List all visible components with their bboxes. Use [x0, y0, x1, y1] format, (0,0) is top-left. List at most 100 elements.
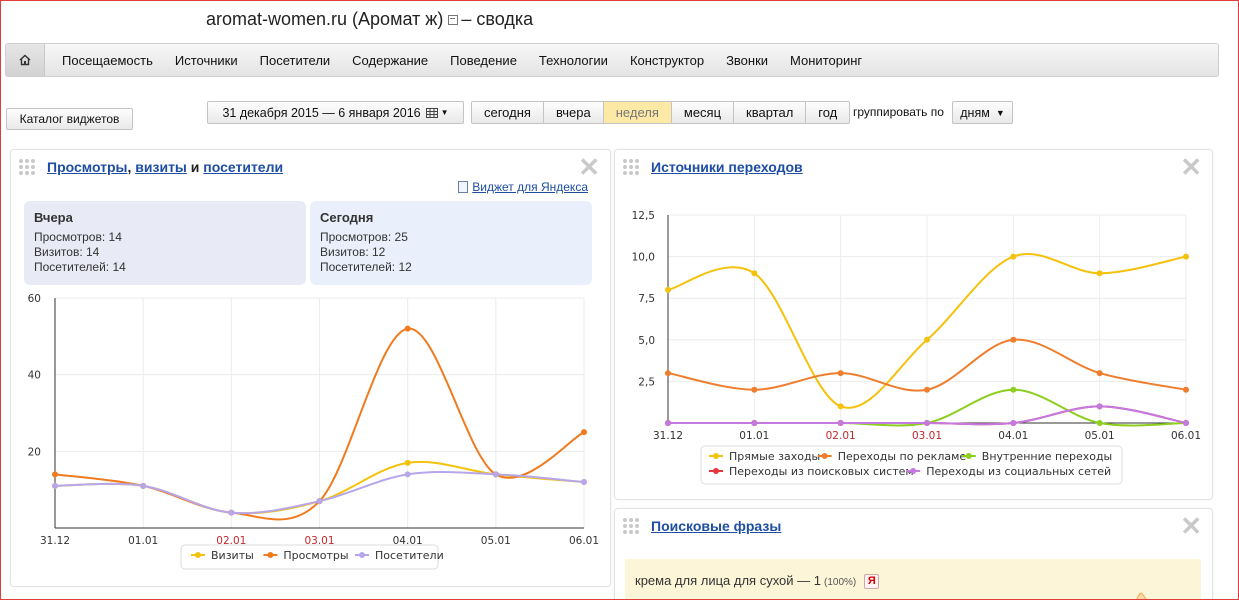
calendar-icon [425, 107, 438, 118]
legend-swatch-dot [713, 468, 719, 474]
data-point [924, 420, 930, 426]
data-point [1010, 420, 1017, 426]
date-range-label: 31 декабря 2015 — 6 января 2016 [222, 105, 421, 120]
data-point [1183, 253, 1189, 260]
data-point [751, 270, 758, 277]
y-tick-label: 7,5 [638, 293, 655, 305]
nav-item-constructor[interactable]: Конструктор [619, 53, 715, 68]
data-point [404, 471, 411, 478]
period-today[interactable]: сегодня [472, 102, 544, 123]
sources-widget: Источники переходов ✕ 2,5 5,0 7,5 10,0 12,5 3… [614, 149, 1213, 500]
chart-legend: Визиты Просмотры Посетители [180, 544, 444, 570]
legend-label: Переходы по рекламе [838, 450, 967, 463]
home-button[interactable] [6, 44, 45, 76]
link-search-phrases[interactable]: Поисковые фразы [651, 518, 781, 534]
legend-swatch-dot [359, 552, 365, 558]
phrase-sparkline [1135, 592, 1148, 600]
phrase-percent: (100%) [824, 577, 857, 588]
drag-handle-icon[interactable] [623, 518, 641, 534]
data-point [924, 386, 930, 393]
data-point [665, 286, 671, 293]
date-range-picker[interactable]: 31 декабря 2015 — 6 января 2016 ▼ [207, 101, 464, 124]
data-point [1010, 386, 1017, 393]
page-title: aromat-women.ru (Аромат ж) – сводка [206, 9, 533, 30]
data-point [924, 336, 930, 343]
legend-label: Прямые заходы [729, 450, 820, 463]
data-point [837, 420, 844, 426]
x-tick-label: 31.12 [40, 535, 70, 547]
phrase-item[interactable]: крема для лица для сухой — 1 (100%) Я [635, 573, 880, 590]
legend-label: Просмотры [283, 549, 348, 562]
data-point [52, 471, 58, 478]
data-point [1183, 420, 1189, 426]
nav-item-calls[interactable]: Звонки [715, 53, 779, 68]
legend-label: Визиты [211, 549, 254, 562]
group-by-value: дням [960, 105, 990, 120]
data-point [665, 370, 671, 377]
data-point [404, 459, 411, 466]
period-month[interactable]: месяц [671, 102, 735, 123]
data-point [316, 498, 323, 505]
period-yesterday[interactable]: вчера [543, 102, 604, 123]
data-point [665, 420, 671, 426]
x-tick-label: 05.01 [1085, 430, 1115, 442]
legend-label: Внутренние переходы [982, 450, 1112, 463]
group-by-label: группировать по [853, 105, 944, 119]
phrase-row: крема для лица для сухой — 1 (100%) Я [625, 559, 1201, 600]
data-point [1010, 253, 1017, 260]
y-tick-label: 60 [28, 293, 41, 305]
y-tick-label: 2,5 [638, 376, 655, 388]
x-tick-label: 04.01 [998, 430, 1028, 442]
legend-swatch-dot [713, 453, 719, 459]
y-tick-label: 5,0 [638, 335, 655, 347]
data-point [1096, 403, 1103, 410]
data-point [751, 420, 758, 426]
data-point [492, 471, 499, 478]
home-icon [19, 54, 31, 66]
x-tick-label: 01.01 [128, 535, 158, 547]
period-quarter[interactable]: квартал [734, 102, 807, 123]
data-point [1010, 336, 1017, 343]
y-tick-label: 10,0 [632, 252, 655, 264]
nav-item-sources[interactable]: Источники [164, 53, 249, 68]
x-tick-label: 05.01 [481, 535, 511, 547]
group-by-select[interactable]: дням ▼ [952, 101, 1013, 124]
data-point [751, 386, 758, 393]
nav-item-behavior[interactable]: Поведение [439, 53, 528, 68]
nav-item-attendance[interactable]: Посещаемость [51, 53, 164, 68]
close-icon[interactable]: ✕ [1180, 513, 1202, 539]
data-point [140, 482, 147, 489]
nav-item-visitors[interactable]: Посетители [249, 53, 342, 68]
data-point [1096, 270, 1103, 277]
site-title: aromat-women.ru (Аромат ж) [206, 9, 444, 29]
yandex-icon[interactable]: Я [864, 574, 880, 589]
dropdown-arrow-icon: ▼ [440, 108, 449, 117]
x-tick-label: 03.01 [912, 430, 942, 442]
phrase-text: крема для лица для сухой — 1 [635, 573, 822, 588]
x-tick-label: 06.01 [569, 535, 599, 547]
x-tick-label: 31.12 [653, 430, 683, 442]
dropdown-arrow-icon: ▼ [995, 107, 1005, 118]
legend-label: Переходы из поисковых систем [729, 465, 914, 478]
legend-swatch-dot [195, 552, 201, 558]
nav-item-content[interactable]: Содержание [341, 53, 439, 68]
widget-catalog-button[interactable]: Каталог виджетов [6, 108, 133, 130]
external-window-icon[interactable] [448, 15, 459, 25]
data-point [1096, 420, 1103, 426]
y-tick-label: 40 [28, 370, 41, 382]
nav-item-technology[interactable]: Технологии [528, 53, 619, 68]
period-week[interactable]: неделя [603, 102, 672, 123]
period-switcher: сегодня вчера неделя месяц квартал год [471, 101, 851, 124]
period-year[interactable]: год [806, 102, 850, 123]
y-tick-label: 20 [28, 446, 41, 458]
nav-item-monitoring[interactable]: Мониторинг [779, 53, 873, 68]
data-point [404, 325, 411, 332]
chart-legend: Прямые заходы Переходы по рекламе Внутренн… [700, 445, 1123, 485]
data-point [1096, 370, 1103, 377]
title-suffix: – сводка [461, 9, 534, 29]
data-point [52, 482, 58, 489]
data-point [581, 479, 587, 485]
x-tick-label: 06.01 [1171, 430, 1201, 442]
search-phrases-widget: Поисковые фразы ✕ крема для лица для сух… [614, 508, 1213, 600]
data-point [228, 509, 235, 516]
